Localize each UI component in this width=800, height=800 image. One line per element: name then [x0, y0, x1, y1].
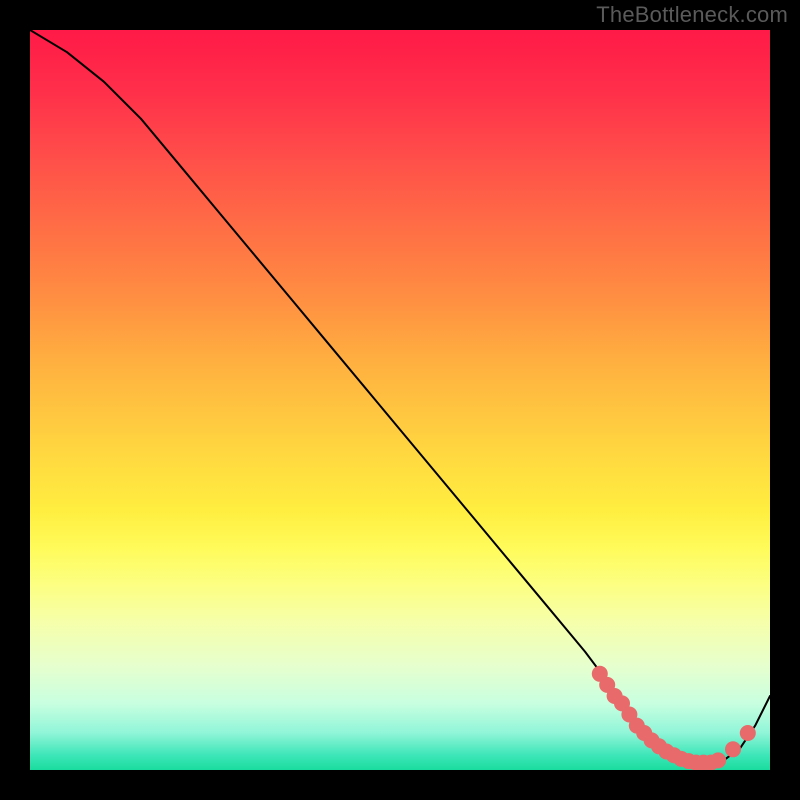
sweet-spot-marker: [740, 725, 756, 741]
sweet-spot-marker: [725, 741, 741, 757]
chart-overlay-svg: [30, 30, 770, 770]
bottleneck-curve-line: [30, 30, 770, 763]
sweet-spot-markers-group: [592, 666, 756, 770]
sweet-spot-marker: [710, 752, 726, 768]
attribution-text: TheBottleneck.com: [596, 2, 788, 28]
chart-plot-area: [30, 30, 770, 770]
